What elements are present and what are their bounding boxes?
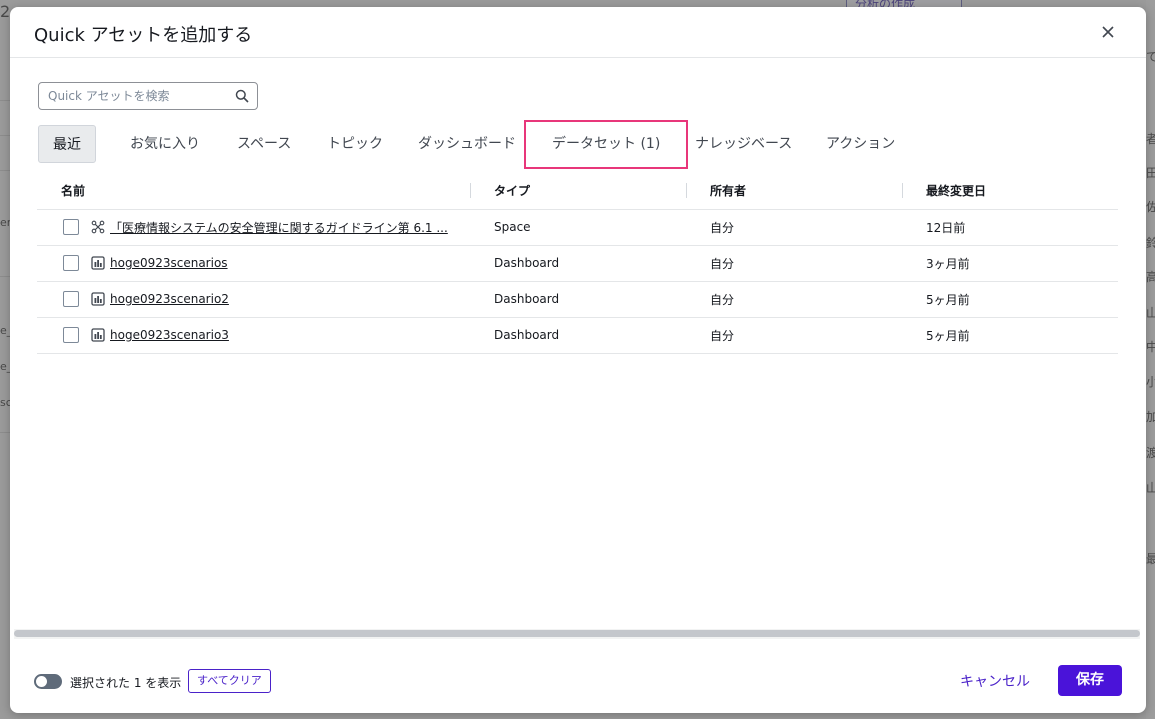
table-row: hoge0923scenario3 Dashboard 自分 5ヶ月前 (37, 317, 1118, 354)
save-button[interactable]: 保存 (1058, 665, 1122, 696)
dashboard-icon (91, 292, 105, 306)
table-row: hoge0923scenario2 Dashboard 自分 5ヶ月前 (37, 281, 1118, 318)
modified-cell: 5ヶ月前 (902, 281, 1118, 318)
owner-cell: 自分 (686, 317, 902, 354)
show-selected-label: 選択された 1 を表示 (70, 676, 182, 690)
column-header-label: 所有者 (710, 183, 747, 198)
modified-cell: 12日前 (902, 209, 1118, 246)
table-header-row: 名前 タイプ 所有者 最終変更日 (37, 172, 1118, 210)
horizontal-scrollbar[interactable] (14, 629, 1140, 639)
row-checkbox[interactable] (63, 291, 79, 307)
type-cell: Dashboard (470, 317, 686, 354)
dialog-title: Quick アセットを追加する (34, 25, 253, 46)
tab-dashboards[interactable]: ダッシュボード (418, 125, 516, 163)
type-cell: Space (470, 209, 686, 246)
column-header-owner[interactable]: 所有者 (686, 172, 902, 210)
name-cell: hoge0923scenario3 (37, 317, 470, 354)
column-header-last-modified[interactable]: 最終変更日 (902, 172, 1118, 210)
asset-name-link[interactable]: hoge0923scenarios (110, 256, 228, 270)
column-divider[interactable] (470, 183, 471, 198)
type-cell: Dashboard (470, 245, 686, 282)
dashboard-icon (91, 328, 105, 342)
close-button[interactable] (1100, 24, 1116, 40)
dialog-footer: 選択された 1 を表示 すべてクリア キャンセル 保存 (10, 647, 1146, 713)
tab-favorites[interactable]: お気に入り (130, 125, 200, 163)
clear-all-button[interactable]: すべてクリア (188, 669, 271, 693)
modified-cell: 5ヶ月前 (902, 317, 1118, 354)
dashboard-icon (91, 256, 105, 270)
search-input[interactable] (39, 83, 229, 109)
tab-topics[interactable]: トピック (327, 125, 383, 163)
row-checkbox[interactable] (63, 219, 79, 235)
name-cell: 「医療情報システムの安全管理に関するガイドライン第 6.1 ... (37, 209, 470, 246)
asset-name-link[interactable]: hoge0923scenario3 (110, 328, 229, 342)
column-header-type[interactable]: タイプ (470, 172, 686, 210)
name-cell: hoge0923scenario2 (37, 281, 470, 318)
row-checkbox[interactable] (63, 327, 79, 343)
owner-cell: 自分 (686, 209, 902, 246)
cancel-button[interactable]: キャンセル (960, 671, 1030, 691)
column-header-label: タイプ (494, 183, 531, 198)
close-icon (1102, 26, 1114, 38)
owner-cell: 自分 (686, 281, 902, 318)
tab-knowledge-bases[interactable]: ナレッジベース (695, 125, 792, 163)
datasets-tab-highlight (524, 120, 688, 169)
column-header-name[interactable]: 名前 (37, 172, 470, 210)
scrollbar-thumb[interactable] (14, 630, 1140, 637)
table-row: hoge0923scenarios Dashboard 自分 3ヶ月前 (37, 245, 1118, 282)
asset-table: 名前 タイプ 所有者 最終変更日 「医療情報システムの安全管理に関するガイドライ… (37, 172, 1118, 354)
show-selected-toggle[interactable] (34, 674, 62, 689)
asset-name-link[interactable]: hoge0923scenario2 (110, 292, 229, 306)
space-icon (91, 220, 105, 234)
asset-name-link[interactable]: 「医療情報システムの安全管理に関するガイドライン第 6.1 ... (110, 221, 448, 235)
search-icon[interactable] (235, 89, 249, 103)
column-divider[interactable] (686, 183, 687, 198)
search-box (38, 82, 258, 110)
add-quick-asset-dialog: Quick アセットを追加する 最近 お気に入り スペース トピック ダッシュボ… (10, 7, 1146, 713)
row-checkbox[interactable] (63, 255, 79, 271)
column-divider[interactable] (902, 183, 903, 198)
tab-recent[interactable]: 最近 (38, 125, 96, 163)
column-header-label: 最終変更日 (926, 183, 987, 198)
table-row: 「医療情報システムの安全管理に関するガイドライン第 6.1 ... Space … (37, 209, 1118, 246)
modified-cell: 3ヶ月前 (902, 245, 1118, 282)
tab-spaces[interactable]: スペース (237, 125, 291, 163)
tab-actions[interactable]: アクション (826, 125, 895, 163)
name-cell: hoge0923scenarios (37, 245, 470, 282)
type-cell: Dashboard (470, 281, 686, 318)
toggle-knob (36, 676, 47, 687)
column-header-label: 名前 (61, 183, 86, 198)
dialog-header: Quick アセットを追加する (10, 7, 1146, 58)
owner-cell: 自分 (686, 245, 902, 282)
